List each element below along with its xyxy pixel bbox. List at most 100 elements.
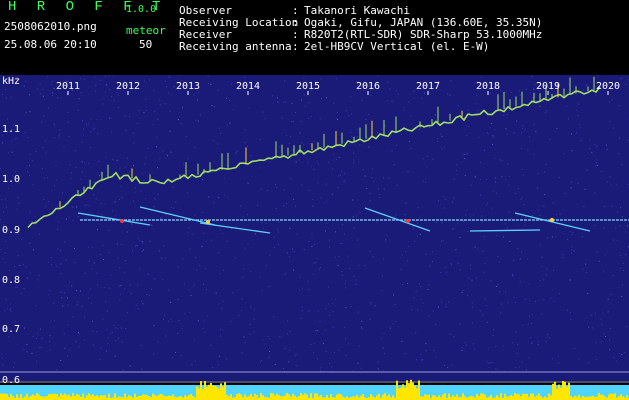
noise-pixel — [25, 266, 27, 268]
noise-pixel — [507, 302, 509, 304]
noise-pixel — [303, 94, 305, 96]
noise-pixel — [445, 306, 447, 308]
noise-pixel — [512, 275, 514, 277]
noise-pixel — [508, 175, 510, 177]
noise-pixel — [576, 132, 577, 134]
noise-pixel — [361, 320, 363, 322]
level-bar — [592, 395, 594, 400]
noise-pixel — [320, 367, 322, 369]
noise-pixel — [526, 369, 528, 371]
noise-pixel — [383, 258, 385, 260]
noise-pixel — [489, 362, 491, 364]
noise-pixel — [335, 158, 337, 160]
noise-pixel — [321, 98, 322, 100]
noise-pixel — [547, 237, 548, 239]
noise-pixel — [229, 100, 231, 101]
noise-pixel — [281, 117, 283, 119]
noise-pixel — [557, 355, 559, 357]
noise-pixel — [133, 200, 134, 202]
noise-pixel — [387, 81, 389, 83]
noise-pixel — [574, 348, 576, 349]
noise-pixel — [467, 231, 469, 233]
noise-pixel — [594, 192, 596, 194]
noise-pixel — [217, 143, 218, 145]
noise-pixel — [338, 349, 340, 351]
noise-pixel — [595, 342, 597, 344]
level-bar — [164, 396, 166, 400]
noise-pixel — [569, 231, 571, 233]
noise-pixel — [286, 252, 288, 254]
noise-pixel — [596, 145, 598, 147]
noise-pixel — [265, 265, 267, 267]
noise-pixel — [243, 268, 245, 270]
noise-pixel — [295, 112, 297, 113]
noise-pixel — [226, 124, 228, 126]
level-bar — [552, 383, 554, 400]
unit-label: kHz — [2, 76, 20, 87]
noise-pixel — [268, 356, 270, 358]
noise-pixel — [7, 118, 9, 120]
level-bar — [306, 394, 308, 400]
noise-pixel — [530, 337, 531, 339]
noise-pixel — [46, 76, 48, 78]
noise-pixel — [621, 77, 623, 79]
noise-pixel — [158, 250, 160, 252]
noise-pixel — [37, 279, 39, 281]
noise-pixel — [400, 268, 402, 270]
noise-pixel — [163, 245, 165, 247]
noise-pixel — [161, 258, 163, 260]
noise-pixel — [577, 115, 579, 117]
noise-pixel — [312, 274, 314, 276]
noise-pixel — [328, 246, 330, 248]
noise-pixel — [130, 293, 132, 294]
noise-pixel — [356, 283, 358, 285]
noise-pixel — [521, 361, 523, 363]
noise-pixel — [133, 142, 134, 144]
level-bar — [428, 394, 430, 400]
noise-pixel — [184, 313, 186, 315]
noise-pixel — [444, 146, 446, 148]
noise-pixel — [273, 316, 275, 318]
level-bar — [202, 389, 204, 400]
noise-pixel — [180, 355, 182, 356]
noise-pixel — [262, 227, 264, 229]
noise-pixel — [538, 209, 540, 211]
level-bar — [600, 394, 602, 400]
noise-pixel — [349, 143, 351, 145]
noise-pixel — [344, 283, 346, 285]
noise-pixel — [59, 136, 61, 138]
noise-pixel — [468, 126, 470, 128]
level-bar — [138, 395, 140, 400]
noise-pixel — [39, 233, 40, 235]
noise-pixel — [265, 222, 267, 224]
noise-pixel — [525, 216, 527, 218]
noise-pixel — [117, 328, 119, 330]
noise-pixel — [328, 161, 330, 163]
level-bar — [302, 395, 304, 400]
noise-pixel — [142, 303, 144, 305]
noise-pixel — [49, 340, 50, 342]
noise-pixel — [515, 367, 517, 369]
noise-pixel — [231, 84, 233, 85]
noise-pixel — [451, 364, 453, 366]
noise-pixel — [564, 192, 566, 194]
noise-pixel — [224, 194, 226, 196]
noise-pixel — [108, 117, 110, 119]
noise-pixel — [537, 172, 539, 174]
noise-pixel — [311, 233, 313, 235]
noise-pixel — [471, 322, 473, 324]
noise-pixel — [219, 127, 220, 129]
noise-pixel — [35, 220, 36, 222]
level-bar — [278, 395, 280, 400]
noise-pixel — [203, 320, 205, 322]
noise-pixel — [213, 140, 215, 142]
noise-pixel — [495, 345, 497, 347]
noise-pixel — [203, 232, 205, 234]
level-bar — [420, 396, 422, 400]
noise-pixel — [318, 164, 320, 165]
noise-pixel — [206, 240, 207, 242]
noise-pixel — [116, 159, 118, 161]
noise-pixel — [169, 75, 171, 77]
noise-pixel — [86, 204, 88, 206]
noise-pixel — [459, 323, 461, 325]
